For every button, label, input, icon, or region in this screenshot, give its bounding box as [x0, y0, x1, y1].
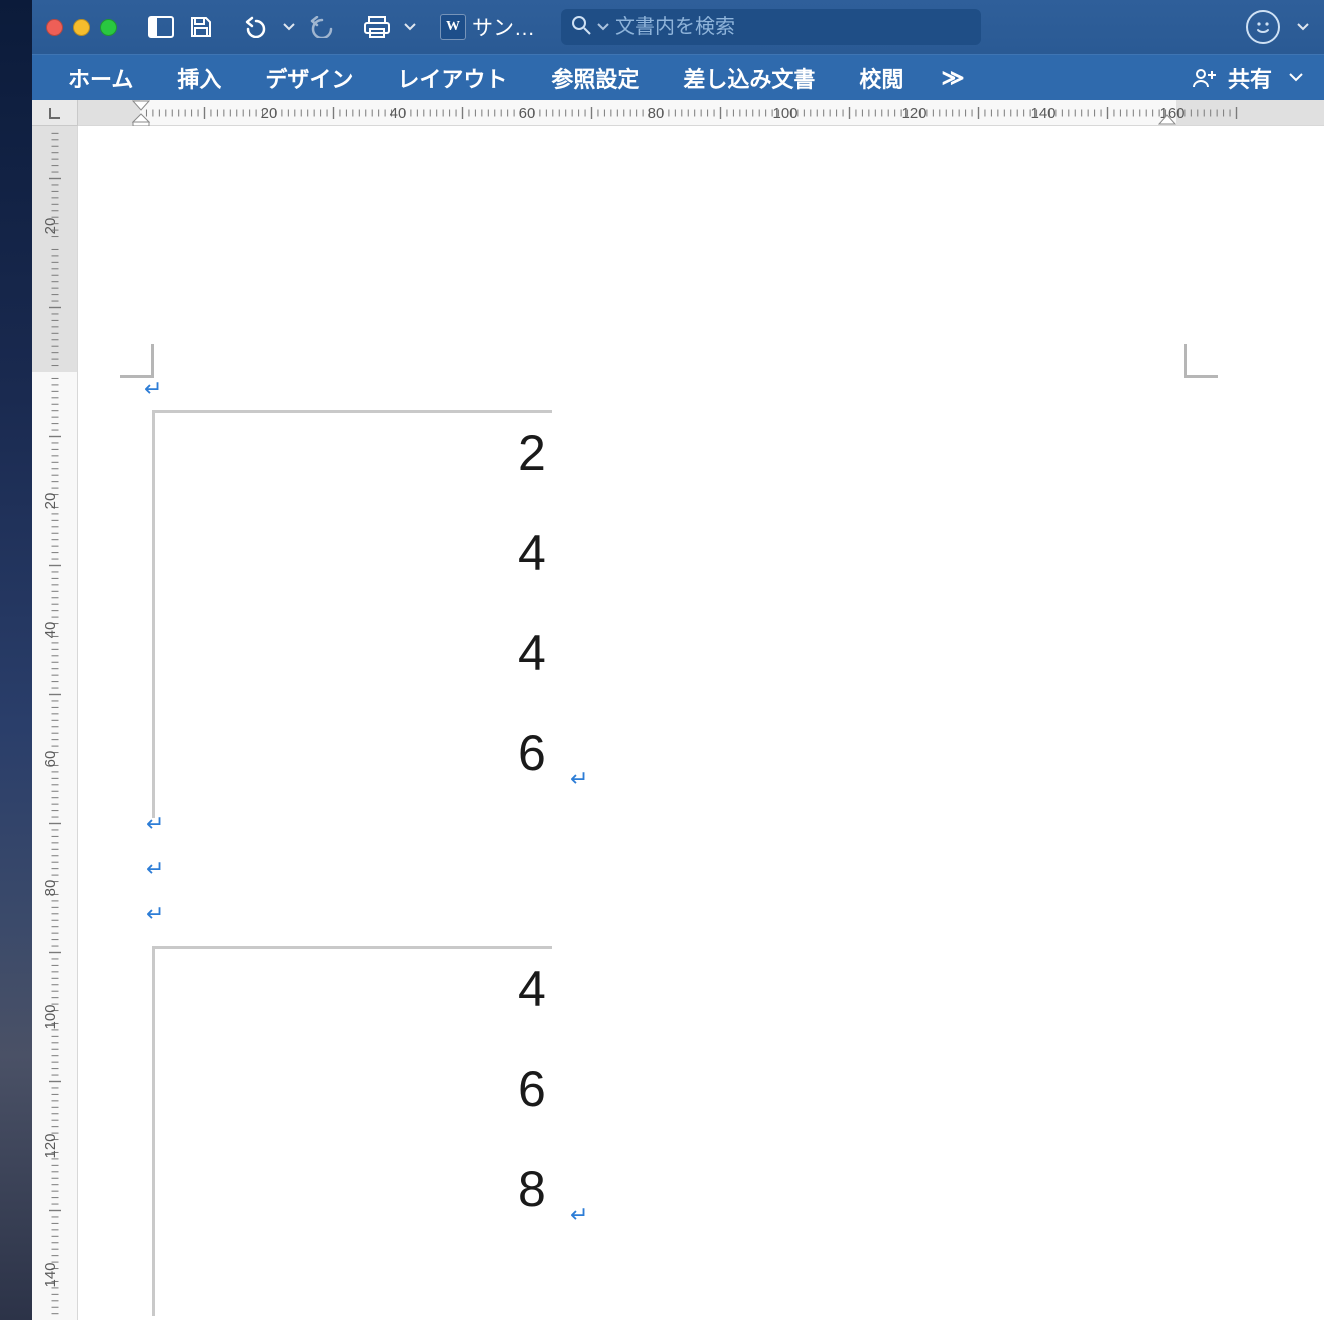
svg-text:40: 40 — [42, 622, 59, 639]
horizontal-ruler[interactable]: 20406080100120140160 — [78, 100, 1324, 126]
svg-text:80: 80 — [648, 105, 665, 122]
titlebar: W サン… — [32, 0, 1324, 54]
field-value: 4 — [518, 524, 546, 582]
undo-dropdown[interactable] — [278, 23, 300, 31]
print-dropdown[interactable] — [399, 23, 421, 31]
field-value: 6 — [518, 1060, 546, 1118]
paragraph-mark: ↵ — [146, 901, 164, 927]
print-button[interactable] — [359, 10, 395, 44]
margin-corner-top-right — [1184, 344, 1218, 378]
svg-text:120: 120 — [901, 105, 926, 122]
share-button[interactable]: 共有 — [1192, 62, 1320, 94]
tab-insert[interactable]: 挿入 — [155, 55, 243, 100]
ruler-tab-selector[interactable] — [32, 100, 78, 126]
field-value: 2 — [518, 424, 546, 482]
tab-layout[interactable]: レイアウト — [375, 55, 529, 100]
document-canvas[interactable]: ↵ 2 4 4 6 ↵ ↵ ↵ ↵ 4 6 8 ↵ — [78, 126, 1324, 1320]
tab-review[interactable]: 校閲 — [837, 55, 925, 100]
feedback-dropdown[interactable] — [1292, 23, 1314, 31]
field-value: 6 — [518, 724, 546, 782]
smiley-icon — [1246, 10, 1280, 44]
save-button[interactable] — [183, 10, 219, 44]
search-icon — [571, 15, 591, 40]
tabs-overflow[interactable]: ≫ — [925, 65, 980, 91]
share-dropdown[interactable] — [1282, 73, 1310, 83]
tab-home[interactable]: ホーム — [46, 55, 155, 100]
svg-text:20: 20 — [261, 105, 278, 122]
search-input[interactable] — [615, 16, 971, 39]
paragraph-mark: ↵ — [144, 376, 162, 402]
svg-text:120: 120 — [42, 1133, 59, 1158]
svg-text:100: 100 — [772, 105, 797, 122]
svg-text:20: 20 — [42, 218, 59, 235]
redo-button[interactable] — [304, 10, 340, 44]
svg-text:140: 140 — [1030, 105, 1055, 122]
svg-text:60: 60 — [42, 751, 59, 768]
paragraph-mark: ↵ — [146, 856, 164, 882]
paragraph-mark: ↵ — [570, 766, 588, 792]
undo-button[interactable] — [238, 10, 274, 44]
svg-text:100: 100 — [42, 1004, 59, 1029]
field-box-2[interactable] — [152, 946, 552, 1316]
app-window: W サン… ホーム 挿入 デザイン レイアウト 参照設定 差し込み文 — [32, 0, 1324, 1320]
feedback-smiley-button[interactable] — [1242, 10, 1284, 44]
tab-mailings[interactable]: 差し込み文書 — [661, 55, 837, 100]
paragraph-mark: ↵ — [570, 1202, 588, 1228]
field-value: 8 — [518, 1160, 546, 1218]
panel-toggle-button[interactable] — [143, 10, 179, 44]
search-box[interactable] — [561, 9, 981, 45]
ribbon-tabs: ホーム 挿入 デザイン レイアウト 参照設定 差し込み文書 校閲 ≫ 共有 — [32, 54, 1324, 100]
field-box-1[interactable] — [152, 410, 552, 818]
tab-references[interactable]: 参照設定 — [529, 55, 661, 100]
margin-corner-top-left — [120, 344, 154, 378]
svg-text:40: 40 — [390, 105, 407, 122]
svg-text:140: 140 — [42, 1262, 59, 1287]
vertical-ruler[interactable]: 20 20 40 60 80 100 120 140 — [32, 126, 78, 1320]
share-person-icon — [1192, 67, 1218, 89]
word-app-icon: W — [440, 14, 466, 40]
window-close-button[interactable] — [46, 19, 63, 36]
window-minimize-button[interactable] — [73, 19, 90, 36]
window-zoom-button[interactable] — [100, 19, 117, 36]
search-scope-dropdown[interactable] — [597, 18, 609, 36]
paragraph-mark: ↵ — [146, 811, 164, 837]
tab-design[interactable]: デザイン — [243, 55, 375, 100]
document-title: W サン… — [440, 12, 535, 42]
field-value: 4 — [518, 624, 546, 682]
svg-text:20: 20 — [42, 493, 59, 510]
field-value: 4 — [518, 960, 546, 1018]
svg-text:60: 60 — [519, 105, 536, 122]
share-label: 共有 — [1228, 62, 1272, 94]
svg-text:80: 80 — [42, 880, 59, 897]
document-title-text: サン… — [472, 12, 535, 42]
